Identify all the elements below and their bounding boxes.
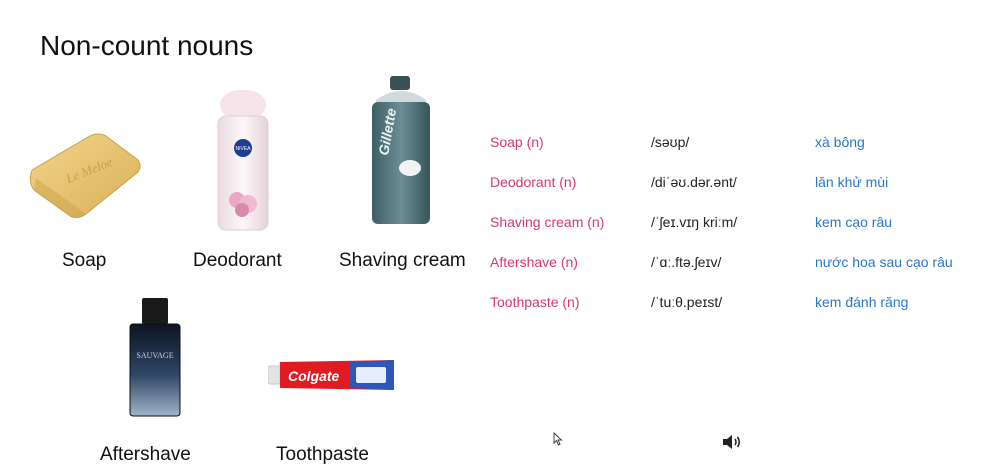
vocab-meaning: kem đánh răng [815,294,909,310]
vocab-pronunciation: /səʊp/ [651,134,690,150]
vocab-word: Toothpaste (n) [490,294,580,310]
vocab-word: Soap (n) [490,134,544,150]
toothpaste-brand-text: Colgate [288,368,340,384]
vocab-meaning: lăn khử mùi [815,174,889,190]
toothpaste-image: Colgate [268,360,394,390]
vocab-pronunciation: /ˈʃeɪ.vɪŋ kriːm/ [651,214,738,230]
vocab-pronunciation: /ˈɑː.ftə.ʃeɪv/ [651,254,722,270]
mouse-cursor-icon [553,432,563,446]
soap-image: Le Meloe [29,133,141,219]
caption-deodorant: Deodorant [193,250,282,271]
vocab-meaning: nước hoa sau cạo râu [815,254,953,270]
shaving-cream-image: Gillette [372,76,430,224]
caption-toothpaste: Toothpaste [276,444,369,465]
vocab-word: Aftershave (n) [490,254,578,270]
deodorant-image: NIVEA [217,90,269,231]
aftershave-image: SAUVAGE [129,298,181,417]
caption-aftershave: Aftershave [100,444,191,465]
aftershave-brand-text: SAUVAGE [136,351,173,360]
caption-soap: Soap [62,250,107,271]
deodorant-brand-text: NIVEA [235,146,251,152]
vocab-meaning: xà bông [815,134,865,150]
vocab-meaning: kem cạo râu [815,214,893,230]
speaker-icon[interactable] [722,434,742,450]
vocab-word: Deodorant (n) [490,174,577,190]
slide-title: Non-count nouns [40,30,254,61]
vocab-pronunciation: /ˈtuːθ.peɪst/ [651,294,723,310]
vocab-pronunciation: /diˈəʊ.dər.ənt/ [651,174,737,190]
caption-shaving-cream: Shaving cream [339,250,466,271]
vocab-word: Shaving cream (n) [490,214,605,230]
